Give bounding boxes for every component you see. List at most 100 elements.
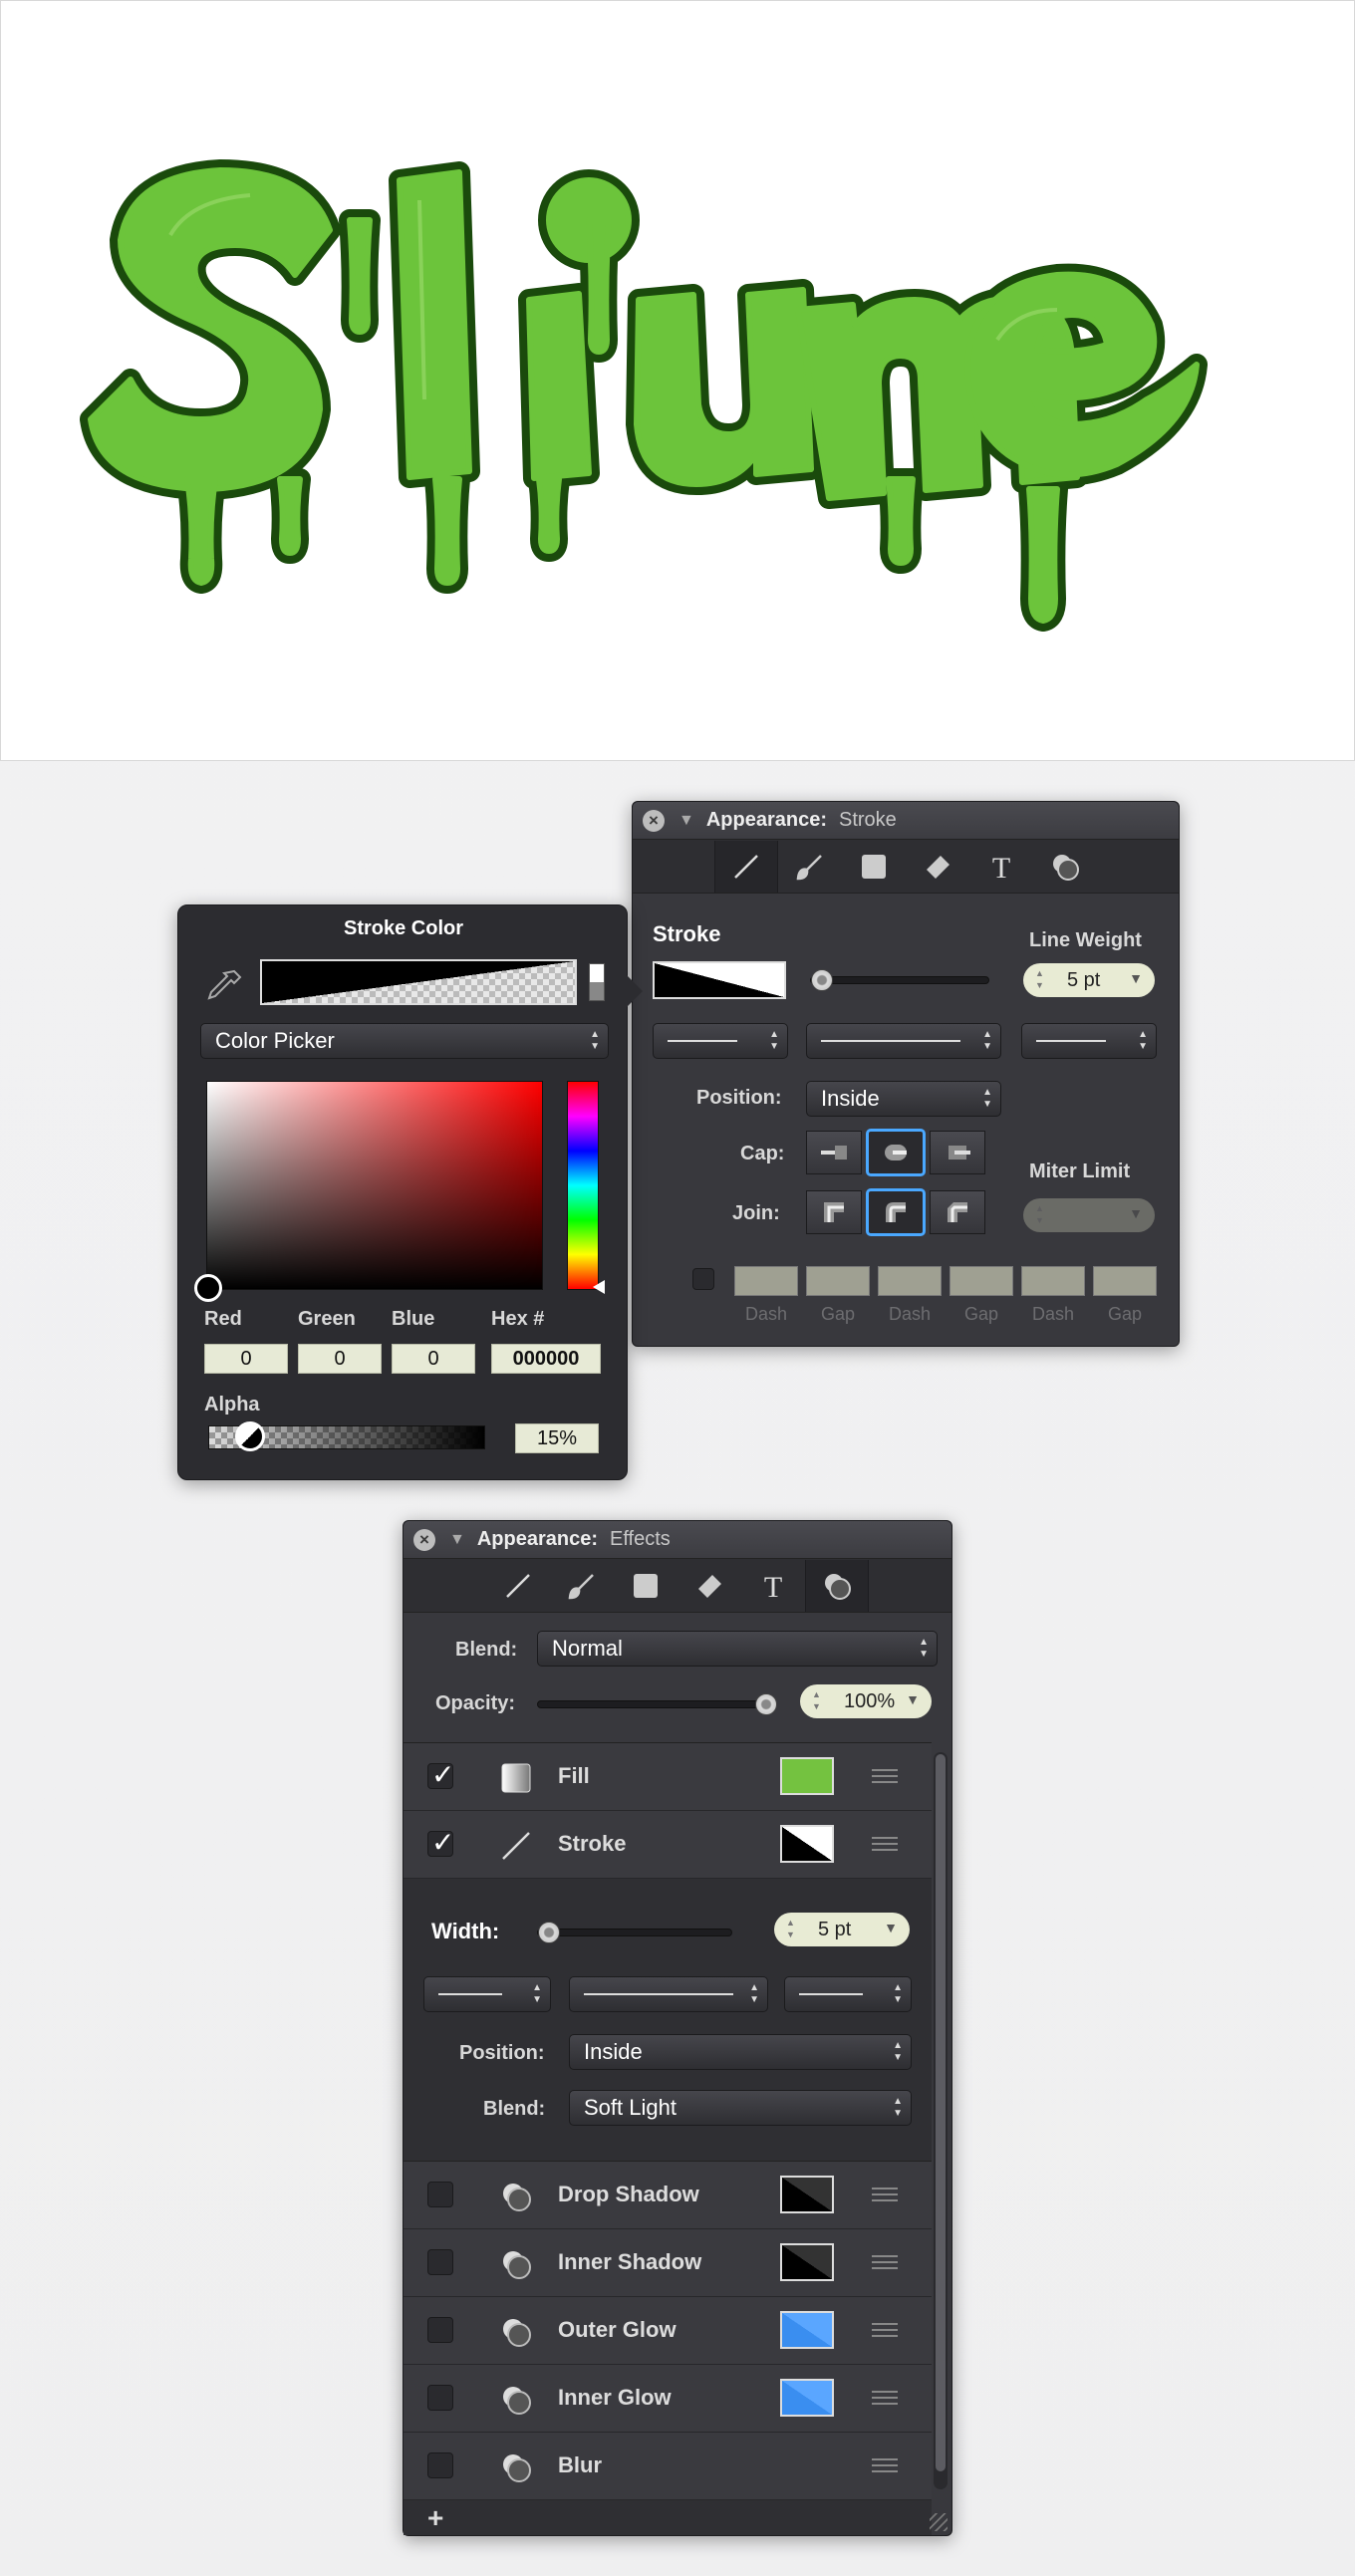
stepper-arrows-icon[interactable]: ▲ ▼ [1035, 1202, 1044, 1226]
add-effect-button[interactable]: + [427, 2502, 443, 2534]
outer-glow-swatch[interactable] [780, 2311, 834, 2349]
gap-field[interactable] [806, 1266, 870, 1296]
effect-row-inner-glow[interactable]: Inner Glow [404, 2365, 932, 2433]
stroke-style-select[interactable]: ▲ ▼ [423, 1976, 551, 2012]
drag-handle-icon[interactable] [872, 1769, 898, 1783]
drag-handle-icon[interactable] [872, 2188, 898, 2201]
stroke-tool-icon[interactable] [714, 840, 778, 893]
eraser-tool-icon[interactable] [906, 841, 969, 893]
width-slider[interactable] [537, 1922, 732, 1943]
hex-field[interactable]: 000000 [491, 1344, 601, 1374]
close-icon[interactable]: × [413, 1528, 435, 1551]
hue-slider-handle-icon[interactable] [593, 1280, 605, 1294]
opacity-stepper[interactable]: ▲ ▼ 100% ▼ [800, 1684, 932, 1718]
inner-shadow-checkbox[interactable] [427, 2249, 453, 2275]
alpha-field[interactable]: 15% [515, 1423, 599, 1453]
slider-knob[interactable] [538, 1922, 560, 1943]
effect-row-blur[interactable]: Blur [404, 2433, 932, 2500]
effects-tool-icon[interactable] [805, 1559, 869, 1612]
stroke-end-select[interactable]: ▲ ▼ [1021, 1023, 1157, 1059]
effect-row-inner-shadow[interactable]: Inner Shadow [404, 2229, 932, 2297]
effects-tool-icon[interactable] [1033, 841, 1097, 893]
hue-slider[interactable] [567, 1081, 599, 1290]
fill-tool-icon[interactable] [842, 841, 906, 893]
stepper-arrows-icon[interactable]: ▲ ▼ [786, 1917, 795, 1940]
dropdown-arrow-icon[interactable]: ▼ [884, 1920, 898, 1935]
opacity-slider[interactable] [537, 1693, 777, 1715]
stroke-checkbox[interactable] [427, 1826, 454, 1859]
color-picker-handle[interactable] [194, 1274, 222, 1302]
gap-field[interactable] [949, 1266, 1013, 1296]
fill-tool-icon[interactable] [614, 1560, 678, 1612]
stroke-line-select[interactable]: ▲ ▼ [806, 1023, 1001, 1059]
dropdown-arrow-icon[interactable]: ▼ [906, 1691, 920, 1707]
stroke-color-swatch[interactable] [780, 1825, 834, 1863]
stroke-style-select[interactable]: ▲ ▼ [653, 1023, 788, 1059]
green-field[interactable]: 0 [298, 1344, 382, 1374]
position-select[interactable]: Inside ▲ ▼ [569, 2034, 912, 2070]
scrollbar-track[interactable] [934, 1752, 948, 2489]
eyedropper-icon[interactable] [204, 967, 244, 1007]
blue-field[interactable]: 0 [392, 1344, 475, 1374]
effect-row-outer-glow[interactable]: Outer Glow [404, 2297, 932, 2365]
cap-square-button[interactable] [930, 1131, 985, 1174]
stroke-tool-icon[interactable] [486, 1560, 550, 1612]
text-tool-icon[interactable]: T [969, 841, 1033, 893]
effects-panel-titlebar[interactable]: × ▼ Appearance: Effects [404, 1521, 951, 1559]
collapse-triangle-icon[interactable]: ▼ [678, 812, 694, 830]
stepper-arrows-icon[interactable]: ▲ ▼ [812, 1688, 821, 1712]
resize-grip-icon[interactable] [930, 2513, 948, 2531]
dropdown-arrow-icon[interactable]: ▼ [1129, 1205, 1143, 1221]
effect-row-drop-shadow[interactable]: Drop Shadow [404, 2162, 932, 2229]
stepper-arrows-icon[interactable]: ▲ ▼ [1035, 967, 1044, 991]
dash-checkbox[interactable] [692, 1268, 714, 1290]
gap-field[interactable] [1093, 1266, 1157, 1296]
stroke-color-swatch[interactable] [653, 961, 786, 999]
cap-round-button[interactable] [866, 1129, 926, 1176]
outer-glow-checkbox[interactable] [427, 2317, 453, 2343]
saturation-brightness-field[interactable] [206, 1081, 543, 1290]
join-bevel-button[interactable] [930, 1190, 985, 1234]
color-mode-select[interactable]: Color Picker ▲ ▼ [200, 1023, 609, 1059]
cap-butt-button[interactable] [806, 1131, 862, 1174]
effect-row-stroke[interactable]: Stroke [404, 1811, 932, 1879]
slider-knob[interactable] [811, 969, 833, 991]
stroke-blend-select[interactable]: Soft Light ▲ ▼ [569, 2090, 912, 2126]
brush-tool-icon[interactable] [778, 841, 842, 893]
join-miter-button[interactable] [806, 1190, 862, 1234]
eraser-tool-icon[interactable] [678, 1560, 741, 1612]
position-select[interactable]: Inside ▲ ▼ [806, 1081, 1001, 1117]
fill-color-swatch[interactable] [780, 1757, 834, 1795]
stroke-end-select[interactable]: ▲ ▼ [784, 1976, 912, 2012]
miter-limit-stepper[interactable]: ▲ ▼ ▼ [1023, 1198, 1155, 1232]
dash-field[interactable] [734, 1266, 798, 1296]
drag-handle-icon[interactable] [872, 2323, 898, 2337]
stroke-line-select[interactable]: ▲ ▼ [569, 1976, 768, 2012]
dropdown-arrow-icon[interactable]: ▼ [1129, 970, 1143, 986]
drop-shadow-checkbox[interactable] [427, 2182, 453, 2207]
fill-checkbox[interactable] [427, 1758, 454, 1791]
width-stepper[interactable]: ▲ ▼ 5 pt ▼ [774, 1913, 910, 1946]
close-icon[interactable]: × [643, 809, 665, 832]
color-history-icon[interactable] [589, 963, 605, 1001]
drop-shadow-swatch[interactable] [780, 2176, 834, 2213]
inner-glow-checkbox[interactable] [427, 2385, 453, 2411]
brush-tool-icon[interactable] [550, 1560, 614, 1612]
dash-field[interactable] [878, 1266, 942, 1296]
join-round-button[interactable] [866, 1188, 926, 1236]
drag-handle-icon[interactable] [872, 2391, 898, 2405]
dash-field[interactable] [1021, 1266, 1085, 1296]
line-weight-stepper[interactable]: ▲ ▼ 5 pt ▼ [1023, 963, 1155, 997]
collapse-triangle-icon[interactable]: ▼ [449, 1531, 465, 1549]
red-field[interactable]: 0 [204, 1344, 288, 1374]
blend-select[interactable]: Normal ▲ ▼ [537, 1631, 938, 1667]
stroke-panel-titlebar[interactable]: × ▼ Appearance: Stroke [633, 802, 1179, 840]
drag-handle-icon[interactable] [872, 2458, 898, 2472]
inner-shadow-swatch[interactable] [780, 2243, 834, 2281]
inner-glow-swatch[interactable] [780, 2379, 834, 2417]
drag-handle-icon[interactable] [872, 2255, 898, 2269]
line-weight-slider[interactable] [810, 969, 989, 991]
scrollbar-thumb[interactable] [936, 1754, 946, 2471]
alpha-slider-knob[interactable] [234, 1421, 265, 1451]
text-tool-icon[interactable]: T [741, 1560, 805, 1612]
